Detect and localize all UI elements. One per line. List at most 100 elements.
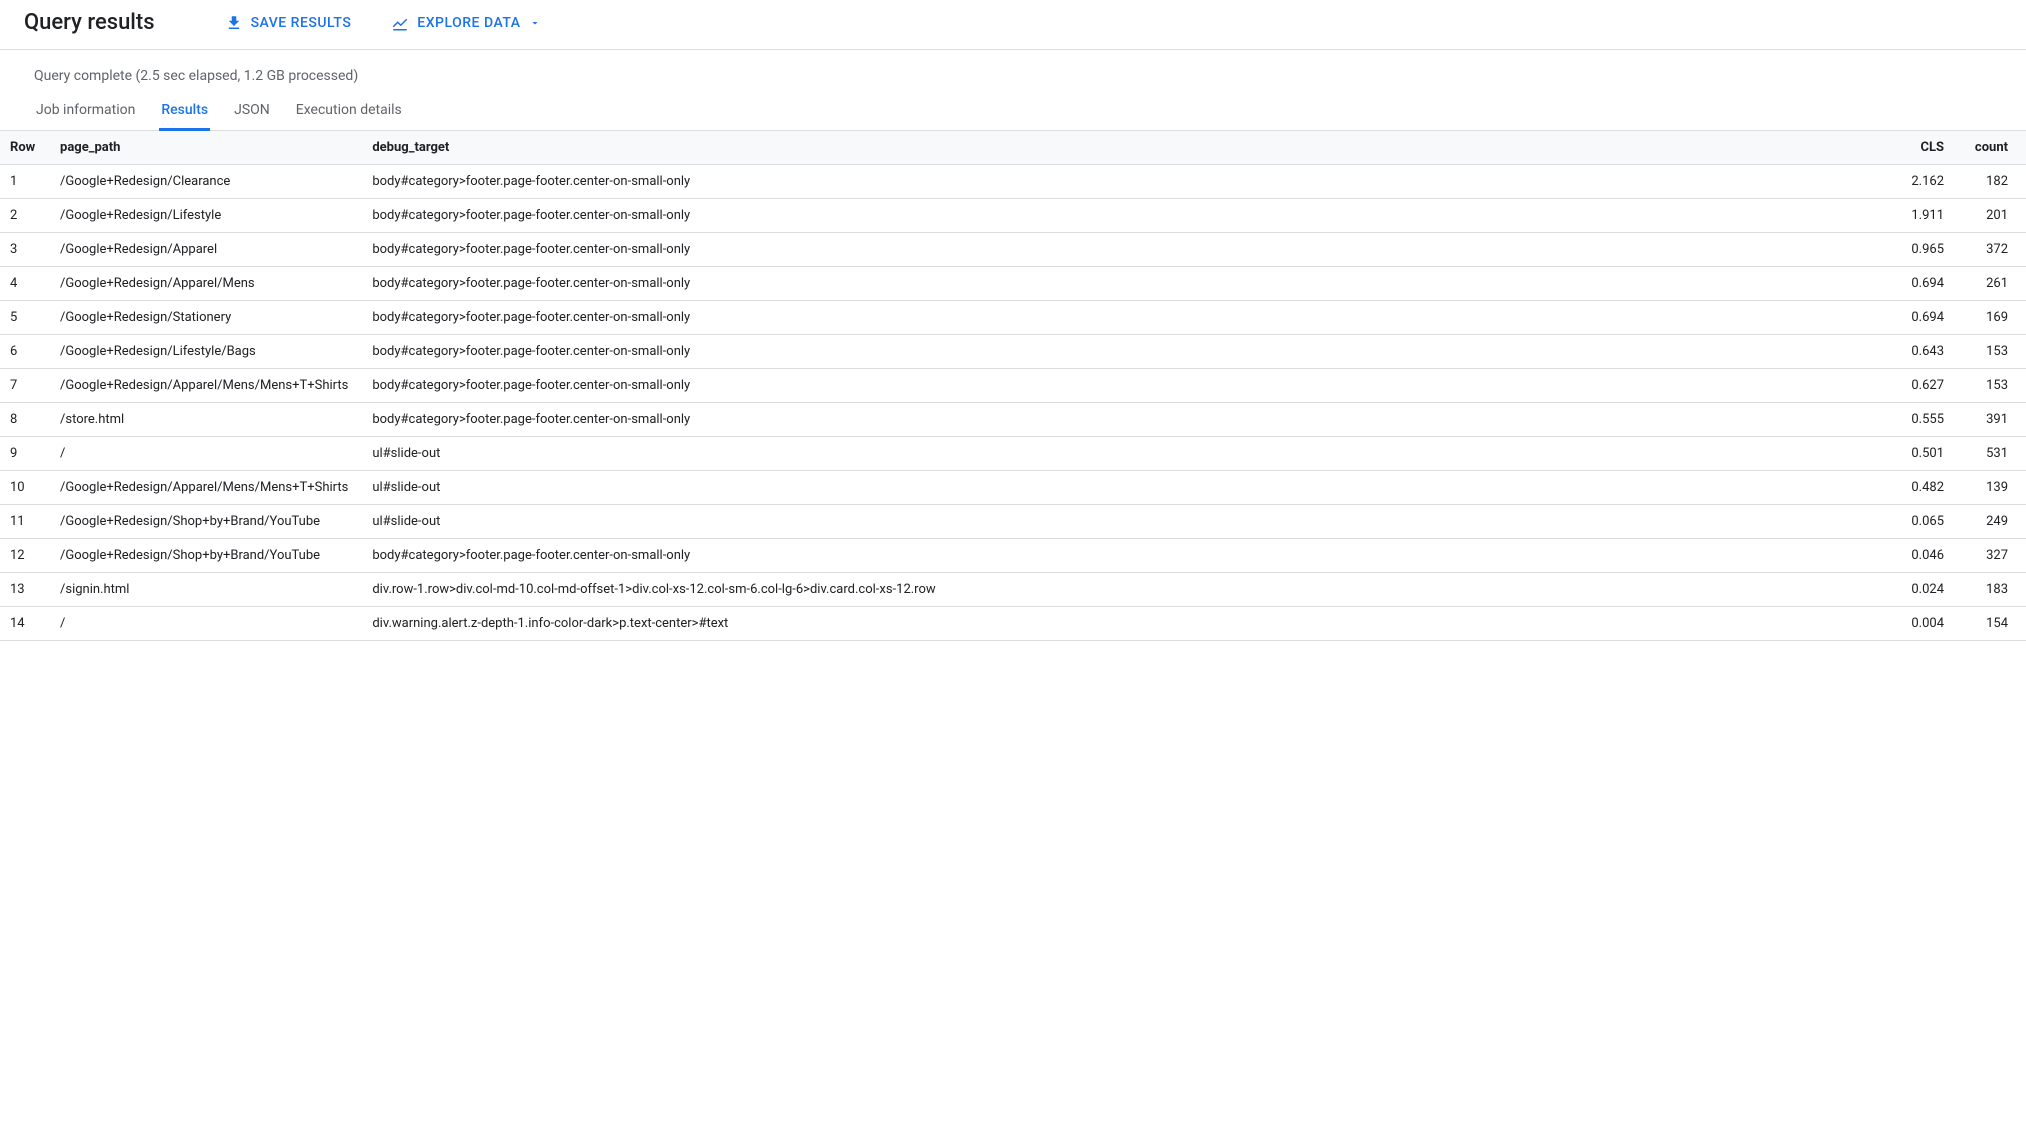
cell-count: 261	[1956, 267, 2026, 301]
cell-count: 327	[1956, 539, 2026, 573]
cell-row: 12	[0, 539, 48, 573]
cell-count: 531	[1956, 437, 2026, 471]
cell-debug-target: div.warning.alert.z-depth-1.info-color-d…	[360, 607, 1886, 641]
cell-page-path: /Google+Redesign/Apparel/Mens	[48, 267, 360, 301]
cell-cls: 0.482	[1886, 471, 1956, 505]
cell-debug-target: ul#slide-out	[360, 471, 1886, 505]
table-row: 9/ul#slide-out0.501531	[0, 437, 2026, 471]
table-row: 8/store.htmlbody#category>footer.page-fo…	[0, 403, 2026, 437]
cell-page-path: /	[48, 607, 360, 641]
cell-page-path: /Google+Redesign/Apparel	[48, 233, 360, 267]
tab-results[interactable]: Results	[159, 92, 210, 131]
chevron-down-icon	[529, 17, 541, 29]
cell-debug-target: body#category>footer.page-footer.center-…	[360, 403, 1886, 437]
cell-cls: 0.555	[1886, 403, 1956, 437]
cell-row: 9	[0, 437, 48, 471]
table-row: 6/Google+Redesign/Lifestyle/Bagsbody#cat…	[0, 335, 2026, 369]
download-icon	[225, 14, 243, 32]
cell-row: 5	[0, 301, 48, 335]
cell-count: 182	[1956, 165, 2026, 199]
table-row: 14/div.warning.alert.z-depth-1.info-colo…	[0, 607, 2026, 641]
table-row: 7/Google+Redesign/Apparel/Mens/Mens+T+Sh…	[0, 369, 2026, 403]
cell-debug-target: ul#slide-out	[360, 505, 1886, 539]
cell-row: 6	[0, 335, 48, 369]
table-header-row: Row page_path debug_target CLS count	[0, 131, 2026, 165]
cell-debug-target: body#category>footer.page-footer.center-…	[360, 199, 1886, 233]
cell-debug-target: div.row-1.row>div.col-md-10.col-md-offse…	[360, 573, 1886, 607]
cell-debug-target: body#category>footer.page-footer.center-…	[360, 369, 1886, 403]
cell-debug-target: body#category>footer.page-footer.center-…	[360, 539, 1886, 573]
table-row: 2/Google+Redesign/Lifestylebody#category…	[0, 199, 2026, 233]
table-row: 13/signin.htmldiv.row-1.row>div.col-md-1…	[0, 573, 2026, 607]
cell-cls: 0.627	[1886, 369, 1956, 403]
cell-row: 13	[0, 573, 48, 607]
cell-cls: 0.501	[1886, 437, 1956, 471]
cell-row: 2	[0, 199, 48, 233]
cell-page-path: /Google+Redesign/Apparel/Mens/Mens+T+Shi…	[48, 369, 360, 403]
save-results-button[interactable]: SAVE RESULTS	[225, 14, 352, 32]
tab-execution-details[interactable]: Execution details	[294, 92, 404, 131]
tab-job-information[interactable]: Job information	[34, 92, 137, 131]
cell-count: 372	[1956, 233, 2026, 267]
cell-cls: 0.065	[1886, 505, 1956, 539]
results-header: Query results SAVE RESULTS EXPLORE DATA	[0, 0, 2026, 50]
cell-debug-target: body#category>footer.page-footer.center-…	[360, 267, 1886, 301]
table-row: 11/Google+Redesign/Shop+by+Brand/YouTube…	[0, 505, 2026, 539]
cell-cls: 0.694	[1886, 267, 1956, 301]
cell-page-path: /Google+Redesign/Clearance	[48, 165, 360, 199]
cell-count: 153	[1956, 335, 2026, 369]
cell-cls: 0.643	[1886, 335, 1956, 369]
tab-json[interactable]: JSON	[232, 92, 272, 131]
cell-cls: 0.004	[1886, 607, 1956, 641]
cell-row: 4	[0, 267, 48, 301]
cell-debug-target: body#category>footer.page-footer.center-…	[360, 165, 1886, 199]
cell-cls: 1.911	[1886, 199, 1956, 233]
cell-page-path: /	[48, 437, 360, 471]
cell-page-path: /Google+Redesign/Lifestyle	[48, 199, 360, 233]
cell-count: 169	[1956, 301, 2026, 335]
cell-count: 183	[1956, 573, 2026, 607]
col-debug-target: debug_target	[360, 131, 1886, 165]
cell-row: 14	[0, 607, 48, 641]
cell-count: 154	[1956, 607, 2026, 641]
cell-page-path: /signin.html	[48, 573, 360, 607]
table-row: 12/Google+Redesign/Shop+by+Brand/YouTube…	[0, 539, 2026, 573]
cell-count: 391	[1956, 403, 2026, 437]
query-status: Query complete (2.5 sec elapsed, 1.2 GB …	[0, 50, 2026, 92]
results-table: Row page_path debug_target CLS count 1/G…	[0, 131, 2026, 641]
cell-page-path: /Google+Redesign/Shop+by+Brand/YouTube	[48, 505, 360, 539]
cell-cls: 0.024	[1886, 573, 1956, 607]
explore-data-label: EXPLORE DATA	[417, 15, 520, 31]
cell-row: 1	[0, 165, 48, 199]
cell-page-path: /Google+Redesign/Lifestyle/Bags	[48, 335, 360, 369]
result-tabs: Job information Results JSON Execution d…	[0, 92, 2026, 131]
cell-debug-target: body#category>footer.page-footer.center-…	[360, 301, 1886, 335]
cell-page-path: /Google+Redesign/Apparel/Mens/Mens+T+Shi…	[48, 471, 360, 505]
cell-count: 139	[1956, 471, 2026, 505]
cell-row: 7	[0, 369, 48, 403]
cell-row: 11	[0, 505, 48, 539]
chart-icon	[391, 14, 409, 32]
col-row: Row	[0, 131, 48, 165]
cell-count: 249	[1956, 505, 2026, 539]
explore-data-button[interactable]: EXPLORE DATA	[391, 14, 548, 32]
table-row: 4/Google+Redesign/Apparel/Mensbody#categ…	[0, 267, 2026, 301]
cell-page-path: /Google+Redesign/Shop+by+Brand/YouTube	[48, 539, 360, 573]
col-cls: CLS	[1886, 131, 1956, 165]
cell-row: 10	[0, 471, 48, 505]
cell-count: 153	[1956, 369, 2026, 403]
page-title: Query results	[24, 10, 155, 35]
cell-page-path: /Google+Redesign/Stationery	[48, 301, 360, 335]
cell-debug-target: ul#slide-out	[360, 437, 1886, 471]
cell-debug-target: body#category>footer.page-footer.center-…	[360, 233, 1886, 267]
cell-cls: 0.965	[1886, 233, 1956, 267]
table-row: 3/Google+Redesign/Apparelbody#category>f…	[0, 233, 2026, 267]
cell-count: 201	[1956, 199, 2026, 233]
table-row: 10/Google+Redesign/Apparel/Mens/Mens+T+S…	[0, 471, 2026, 505]
cell-row: 8	[0, 403, 48, 437]
col-count: count	[1956, 131, 2026, 165]
cell-cls: 0.694	[1886, 301, 1956, 335]
save-results-label: SAVE RESULTS	[251, 15, 352, 31]
cell-row: 3	[0, 233, 48, 267]
table-row: 1/Google+Redesign/Clearancebody#category…	[0, 165, 2026, 199]
